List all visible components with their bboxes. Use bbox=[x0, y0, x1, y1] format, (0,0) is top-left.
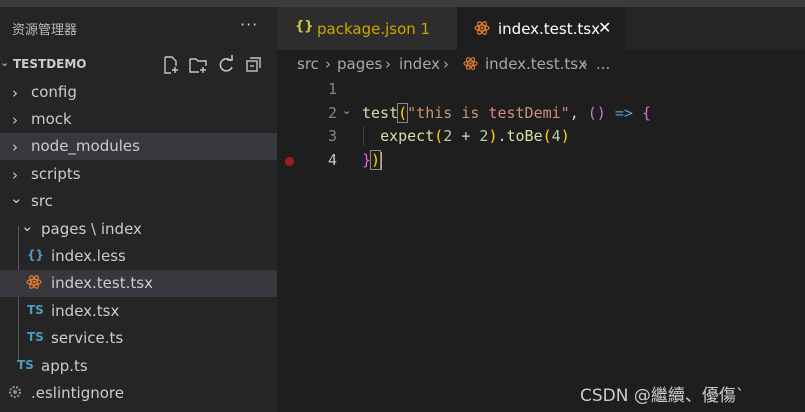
tree-item-label: index.tsx bbox=[51, 302, 120, 320]
breadcrumb-src[interactable]: src bbox=[297, 55, 319, 73]
tree-item-label: config bbox=[31, 83, 77, 101]
breadcrumb-file[interactable]: index.test.tsx bbox=[485, 55, 587, 73]
tree-item-config[interactable]: › config bbox=[0, 79, 277, 106]
chevron-right-icon: › bbox=[582, 55, 588, 73]
chevron-right-icon: › bbox=[385, 55, 391, 73]
breakpoint-icon[interactable] bbox=[285, 157, 294, 166]
code-line-4: }) bbox=[362, 150, 383, 170]
chevron-right-icon: › bbox=[12, 84, 18, 102]
explorer-sidebar: 资源管理器 ··· ⌄ TESTDEMO › config › mock › n… bbox=[0, 7, 277, 412]
new-folder-icon[interactable] bbox=[188, 55, 208, 75]
breadcrumb: src › pages › index › index.test.tsx › .… bbox=[277, 50, 805, 78]
explorer-actions bbox=[160, 55, 264, 75]
chevron-right-icon: › bbox=[12, 138, 18, 156]
chevron-right-icon: › bbox=[325, 55, 331, 73]
tree-item-label: app.ts bbox=[41, 357, 88, 375]
tree-item-label: index.less bbox=[51, 247, 126, 265]
tree-item-src[interactable]: ⌄ src bbox=[0, 188, 277, 215]
react-icon bbox=[26, 274, 42, 293]
tab-label: index.test.tsx bbox=[498, 20, 600, 38]
typescript-icon: TS bbox=[27, 330, 44, 344]
tree-item-node-modules[interactable]: › node_modules bbox=[0, 133, 277, 160]
tree-item-label: node_modules bbox=[31, 137, 140, 155]
typescript-icon: TS bbox=[17, 358, 34, 372]
react-icon bbox=[463, 56, 478, 75]
tree-item-label: pages \ index bbox=[41, 220, 142, 238]
breadcrumb-pages[interactable]: pages bbox=[337, 55, 382, 73]
tab-package-json[interactable]: {} package.json 1 bbox=[277, 7, 457, 50]
explorer-title: 资源管理器 bbox=[12, 23, 78, 38]
refresh-icon[interactable] bbox=[216, 55, 236, 75]
chevron-right-icon: › bbox=[12, 166, 18, 184]
tree-item-label: index.test.tsx bbox=[51, 274, 153, 292]
braces-icon: {} bbox=[27, 248, 45, 262]
chevron-down-icon: ⌄ bbox=[10, 189, 23, 207]
tree-item-index-test-tsx[interactable]: index.test.tsx bbox=[0, 270, 277, 297]
tree-item-label: service.ts bbox=[51, 329, 124, 347]
tab-index-test-tsx[interactable]: index.test.tsx ✕ bbox=[457, 7, 625, 50]
watermark: CSDN @繼續、優傷` bbox=[580, 386, 745, 406]
tree-item-scripts[interactable]: › scripts bbox=[0, 161, 277, 188]
typescript-icon: TS bbox=[27, 303, 44, 317]
tree-item-service-ts[interactable]: TS service.ts bbox=[0, 325, 277, 352]
react-icon bbox=[474, 20, 490, 40]
tree-item-label: mock bbox=[31, 110, 72, 128]
title-bar bbox=[0, 0, 805, 7]
new-file-icon[interactable] bbox=[160, 55, 180, 75]
line-number: 3 bbox=[327, 127, 337, 145]
chevron-down-icon: ⌄ bbox=[0, 56, 10, 69]
line-number: 1 bbox=[327, 80, 337, 98]
project-section-header[interactable]: ⌄ TESTDEMO bbox=[0, 52, 277, 78]
code-editor[interactable]: 1 2 3 4 ⌄ test("this is testDemi", () =>… bbox=[277, 78, 805, 412]
tree-item-pages-index[interactable]: ⌄ pages \ index bbox=[0, 216, 277, 243]
tree-item-mock[interactable]: › mock bbox=[0, 106, 277, 133]
code-line-2: test("this is testDemi", () => { bbox=[362, 103, 651, 123]
close-icon[interactable]: ✕ bbox=[598, 18, 611, 37]
line-number: 2 bbox=[327, 104, 337, 122]
text-cursor bbox=[380, 151, 383, 170]
tree-item-index-tsx[interactable]: TS index.tsx bbox=[0, 298, 277, 325]
chevron-down-icon: ⌄ bbox=[21, 217, 34, 235]
breadcrumb-index[interactable]: index bbox=[399, 55, 440, 73]
gear-icon bbox=[8, 385, 22, 402]
breadcrumb-more[interactable]: ... bbox=[596, 55, 610, 73]
project-name: TESTDEMO bbox=[13, 57, 87, 71]
chevron-down-icon[interactable]: ⌄ bbox=[342, 104, 351, 117]
tree-item-app-ts[interactable]: TS app.ts bbox=[0, 353, 277, 380]
tree-item-label: src bbox=[31, 192, 53, 210]
tree-item-index-less[interactable]: {} index.less bbox=[0, 243, 277, 270]
tree-item-label: .eslintignore bbox=[31, 384, 124, 402]
collapse-all-icon[interactable] bbox=[244, 55, 264, 75]
code-line-3: expect(2 + 2).toBe(4) bbox=[380, 127, 570, 145]
tree-item-eslintignore[interactable]: .eslintignore bbox=[0, 380, 277, 407]
braces-icon: {} bbox=[295, 19, 314, 34]
chevron-right-icon: › bbox=[443, 55, 449, 73]
tree-item-label: scripts bbox=[31, 165, 81, 183]
editor-tab-bar: {} package.json 1 index.test.tsx ✕ bbox=[277, 7, 805, 50]
tab-label: package.json 1 bbox=[317, 20, 431, 38]
chevron-right-icon: › bbox=[12, 111, 18, 129]
more-actions-button[interactable]: ··· bbox=[240, 15, 258, 34]
